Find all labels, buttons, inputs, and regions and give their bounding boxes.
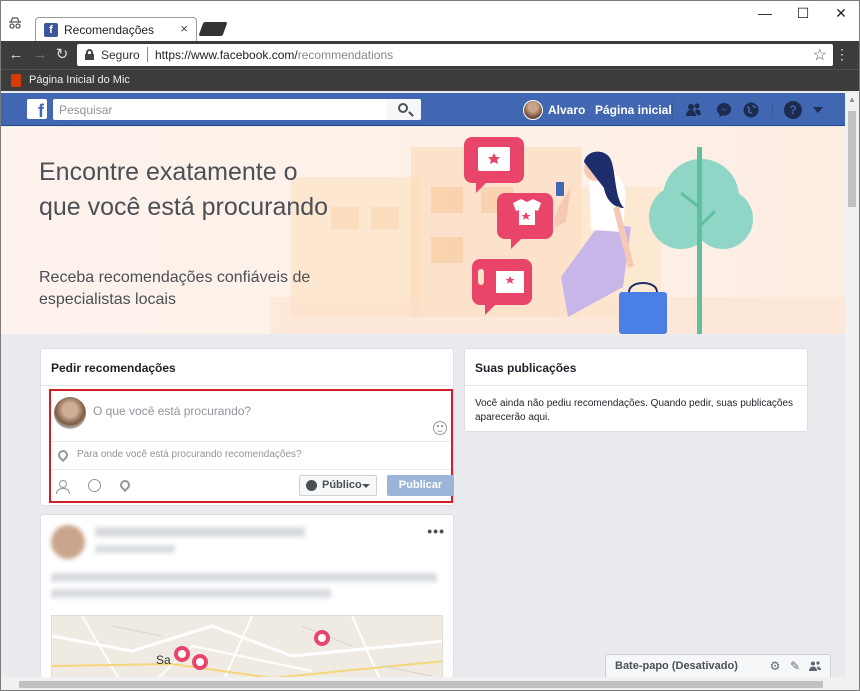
browser-window: f Recomendações × — ☐ ✕ ← → ↻ Seguro htt… <box>0 0 860 691</box>
map-marker-icon[interactable] <box>174 646 190 662</box>
title-bar: f Recomendações × — ☐ ✕ <box>1 1 859 41</box>
maximize-button[interactable]: ☐ <box>783 5 823 22</box>
hero-banner: Encontre exatamente o que você está proc… <box>1 127 847 334</box>
chat-bar[interactable]: Bate-papo (Desativado) ⚙ ✎ <box>605 654 831 677</box>
address-separator <box>147 47 148 62</box>
ask-card-heading: Pedir recomendações <box>41 349 453 386</box>
recommendation-composer[interactable]: O que você está procurando? Para onde vo… <box>49 389 454 503</box>
vertical-scrollbar[interactable]: ▲ <box>845 93 859 677</box>
bookmarks-bar: Página Inicial do Mic <box>1 69 859 91</box>
vertical-scroll-thumb[interactable] <box>848 111 856 207</box>
notifications-globe-icon[interactable] <box>742 101 760 119</box>
post-text-line <box>51 573 437 582</box>
composer-divider <box>51 441 451 442</box>
close-window-button[interactable]: ✕ <box>821 5 859 22</box>
composer-divider <box>51 469 451 470</box>
bookmark-star-icon[interactable]: ☆ <box>813 45 827 65</box>
scroll-up-icon[interactable]: ▲ <box>848 95 856 104</box>
back-button[interactable]: ← <box>7 46 25 64</box>
recommendation-post: ••• Sa <box>40 514 454 677</box>
map-marker-icon[interactable] <box>314 630 330 646</box>
posts-card-heading: Suas publicações <box>465 349 807 386</box>
browser-tab-active[interactable]: f Recomendações × <box>35 17 197 41</box>
chevron-down-icon <box>362 484 370 488</box>
help-icon[interactable]: ? <box>784 101 802 119</box>
search-input[interactable] <box>53 99 421 120</box>
composer-avatar <box>54 397 86 429</box>
search-icon <box>398 103 408 113</box>
facebook-header: f Alvaro Página inicial ? <box>1 93 847 126</box>
location-pin-icon <box>55 447 71 463</box>
post-options-icon[interactable]: ••• <box>427 523 445 539</box>
minimize-button[interactable]: — <box>745 5 785 21</box>
office-bookmark-icon <box>11 74 21 87</box>
map-marker-icon[interactable] <box>192 654 208 670</box>
header-divider <box>772 102 773 118</box>
address-bar[interactable]: Seguro https://www.facebook.com/recommen… <box>77 44 833 66</box>
search-button[interactable] <box>387 99 421 120</box>
feeling-icon[interactable] <box>88 479 101 492</box>
map-city-label: Sa <box>156 653 171 667</box>
profile-link[interactable]: Alvaro <box>548 103 585 117</box>
publish-button[interactable]: Publicar <box>387 475 454 496</box>
lock-icon <box>85 49 94 60</box>
tab-title: Recomendações <box>64 23 155 37</box>
forward-button[interactable]: → <box>31 46 49 64</box>
audience-selector[interactable]: Público <box>299 475 377 496</box>
friend-requests-icon[interactable] <box>685 101 703 119</box>
ask-recommendations-card: Pedir recomendações O que você está proc… <box>40 348 454 506</box>
your-posts-card: Suas publicações Você ainda não pediu re… <box>464 348 808 432</box>
url-text: https://www.facebook.com/recommendations <box>155 48 393 62</box>
post-text-line <box>51 589 331 598</box>
horizontal-scrollbar[interactable] <box>1 677 859 690</box>
check-in-icon[interactable] <box>117 477 133 493</box>
browser-menu-icon[interactable]: ⋮ <box>835 46 849 63</box>
secure-label: Seguro <box>101 48 140 62</box>
facebook-logo-icon[interactable]: f <box>27 99 47 119</box>
post-author-line <box>95 527 305 537</box>
url-host: https://www.facebook.com/ <box>155 48 298 62</box>
emoji-icon[interactable] <box>433 421 447 435</box>
chat-label: Bate-papo (Desativado) <box>615 660 738 672</box>
hero-title: Encontre exatamente o que você está proc… <box>39 158 329 221</box>
user-avatar[interactable] <box>523 100 543 120</box>
reload-button[interactable]: ↻ <box>53 46 71 64</box>
post-author-avatar <box>51 525 85 559</box>
browser-toolbar: ← → ↻ Seguro https://www.facebook.com/re… <box>1 41 859 69</box>
hero-subtitle: Receba recomendações confiáveis de espec… <box>39 269 311 308</box>
post-time-line <box>95 545 175 553</box>
facebook-favicon-icon: f <box>44 23 58 37</box>
location-input[interactable]: Para onde você está procurando recomenda… <box>77 449 302 460</box>
header-divider <box>672 102 673 118</box>
posts-empty-text: Você ainda não pediu recomendações. Quan… <box>475 398 794 423</box>
compose-icon[interactable]: ✎ <box>789 660 801 672</box>
incognito-icon <box>7 15 23 31</box>
url-path: recommendations <box>297 48 394 62</box>
account-menu-caret-icon[interactable] <box>813 107 823 113</box>
messenger-icon[interactable] <box>715 101 733 119</box>
hero-illustration <box>271 127 847 334</box>
globe-icon <box>306 480 317 491</box>
audience-label: Público <box>322 479 362 491</box>
group-icon[interactable] <box>809 660 821 672</box>
tab-close-icon[interactable]: × <box>180 21 188 36</box>
new-tab-button[interactable] <box>198 22 228 36</box>
tag-friends-icon[interactable] <box>56 480 70 494</box>
gear-icon[interactable]: ⚙ <box>769 660 781 672</box>
bookmark-item[interactable]: Página Inicial do Mic <box>29 74 130 86</box>
home-link[interactable]: Página inicial <box>595 103 672 117</box>
recommendation-input[interactable]: O que você está procurando? <box>93 404 393 418</box>
horizontal-scroll-thumb[interactable] <box>19 681 823 688</box>
map-preview[interactable]: Sa <box>51 615 443 677</box>
